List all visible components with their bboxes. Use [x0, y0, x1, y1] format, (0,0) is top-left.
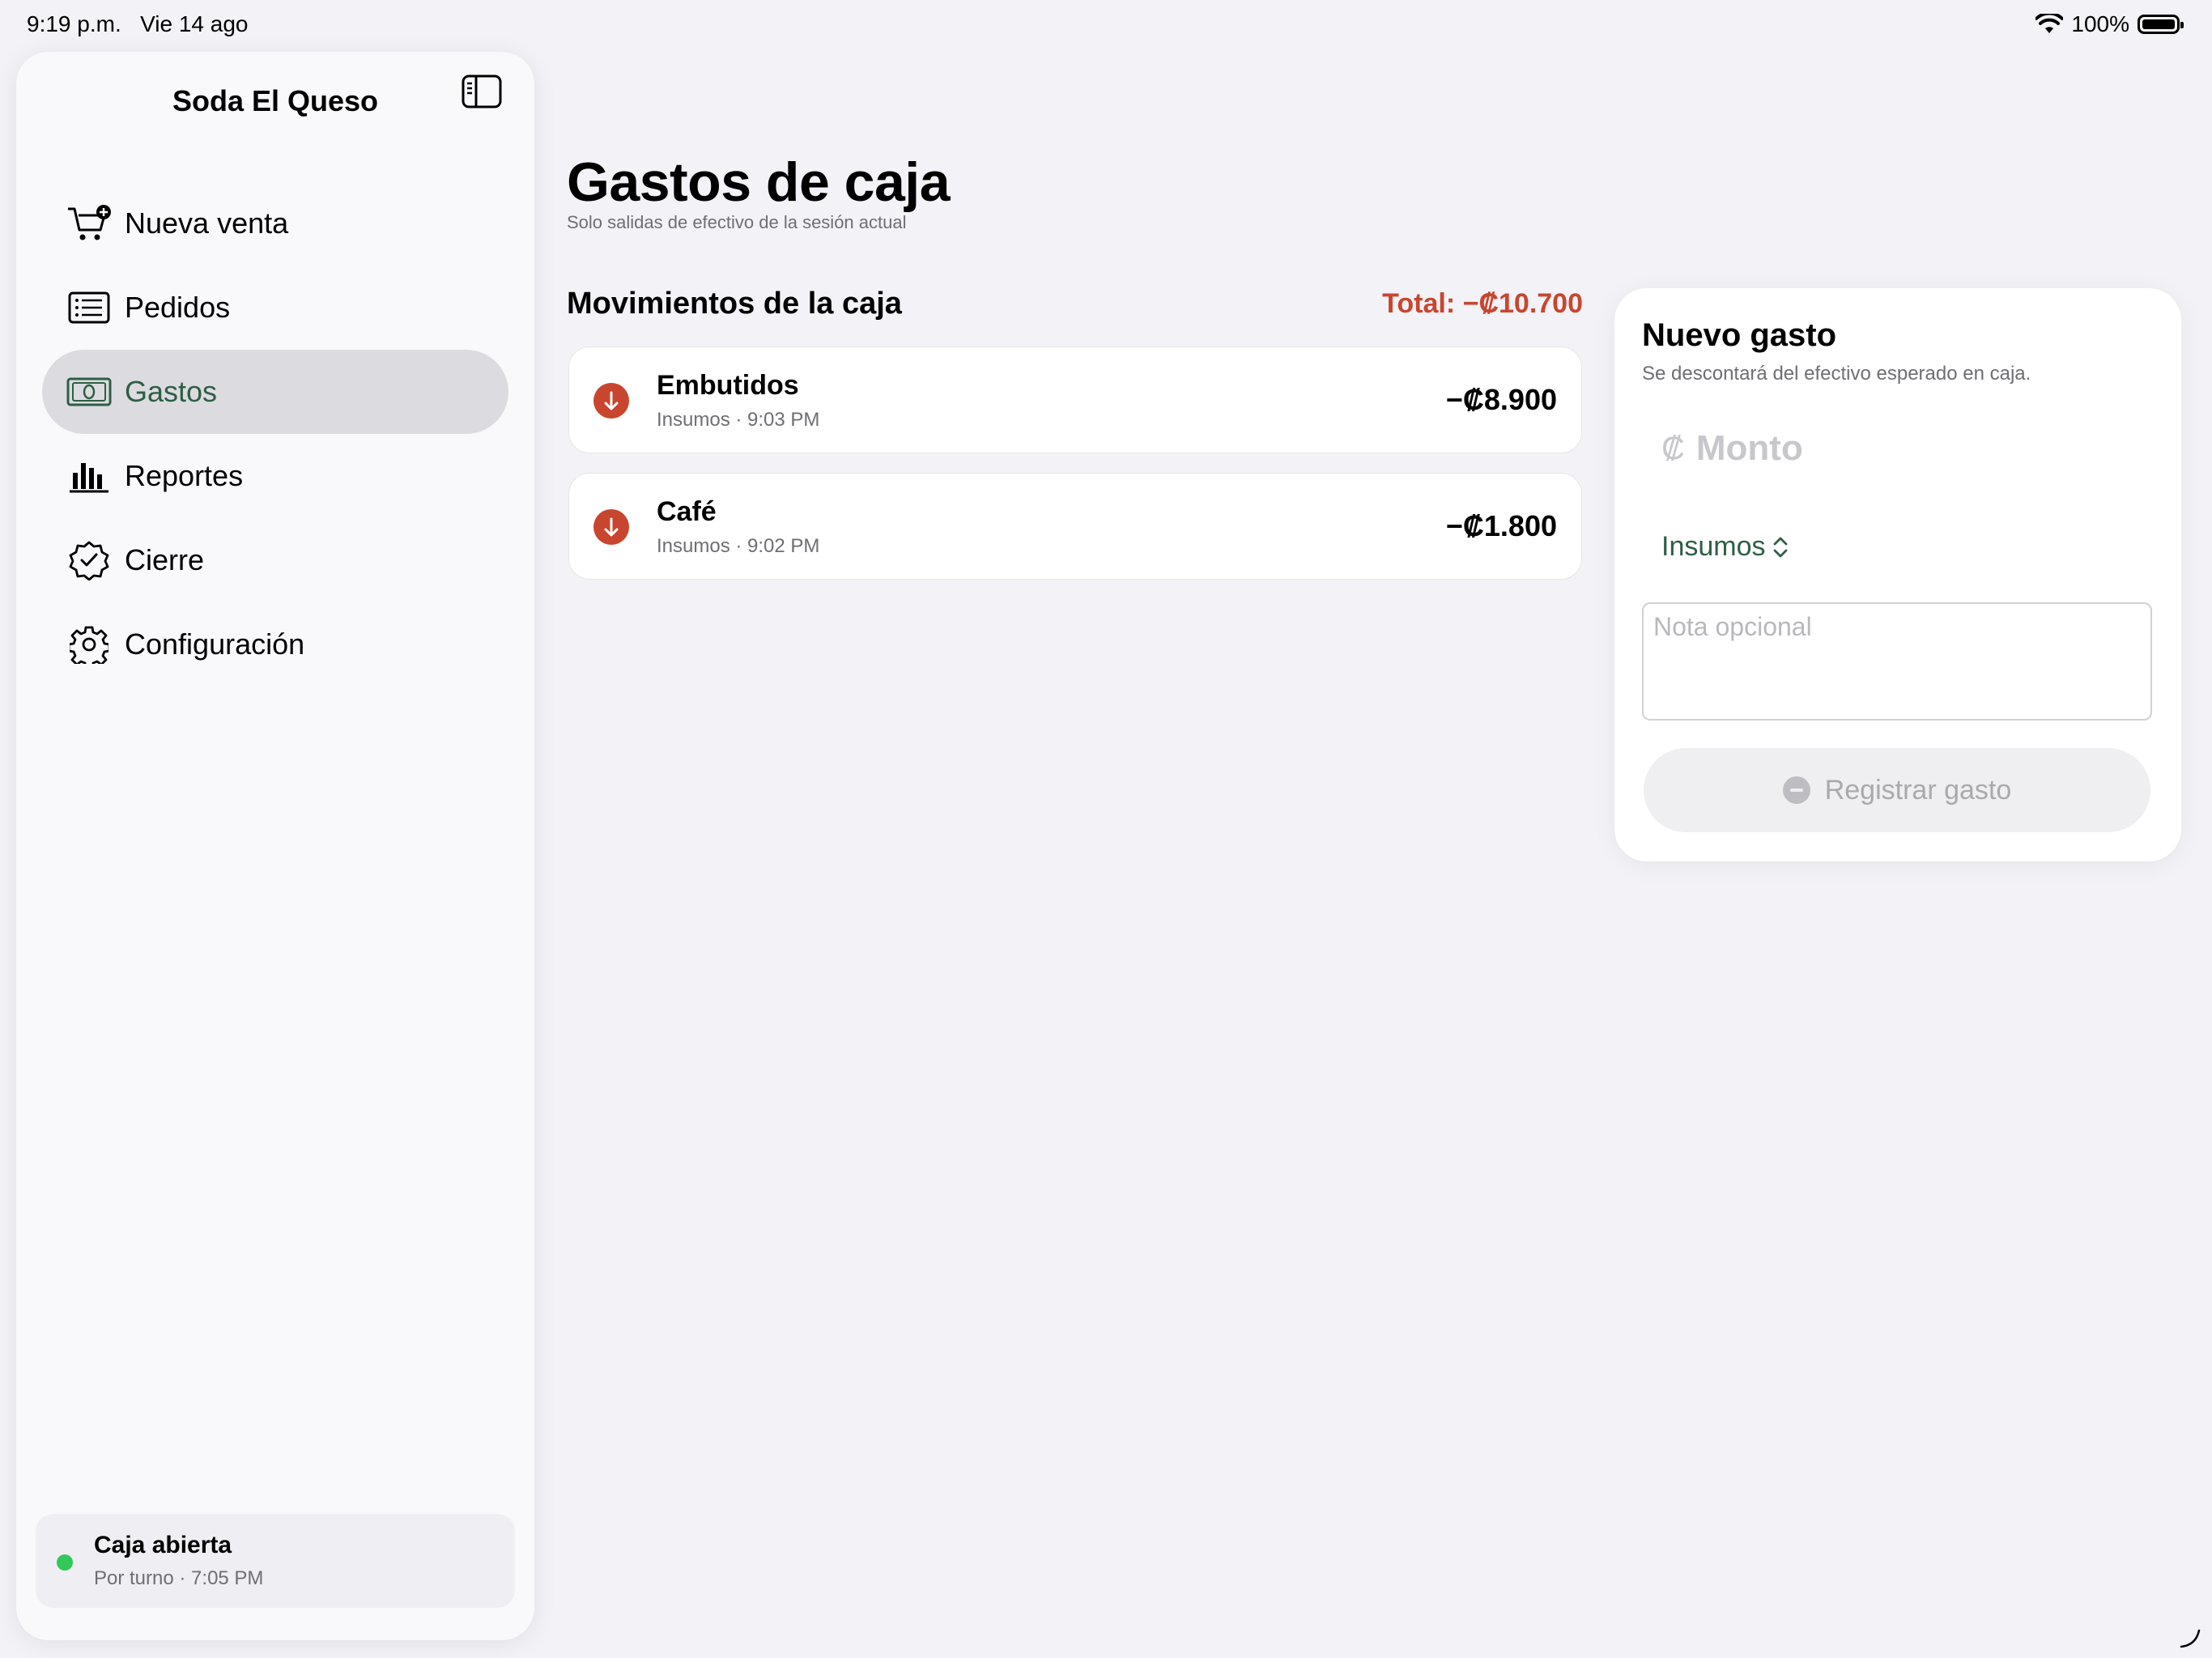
date-text: Vie 14 ago — [140, 11, 249, 36]
register-expense-label: Registrar gasto — [1824, 774, 2012, 806]
sidebar-item-label: Reportes — [125, 459, 244, 492]
sidebar-item-pedidos[interactable]: Pedidos — [42, 266, 508, 350]
battery-percent: 100% — [2071, 11, 2129, 36]
time-text: 9:19 p.m. — [27, 11, 121, 36]
sidebar-item-reportes[interactable]: Reportes — [42, 434, 508, 518]
movement-name: Embutidos — [657, 370, 799, 401]
movements-total: Total: −₡10.700 — [1382, 288, 1583, 319]
arrow-down-circle-icon — [593, 383, 629, 419]
sidebar-item-label: Cierre — [125, 543, 205, 576]
page-title: Gastos de caja — [567, 151, 951, 213]
status-bar-time: 9:19 p.m. Vie 14 ago — [27, 11, 248, 37]
resize-handle-icon[interactable] — [2178, 1626, 2202, 1650]
sidebar-item-configuracion[interactable]: Configuración — [42, 602, 508, 687]
sidebar-item-label: Configuración — [125, 627, 305, 661]
form-title: Nuevo gasto — [1642, 317, 1837, 353]
sidebar-item-gastos[interactable]: Gastos — [42, 350, 508, 434]
sidebar-title: Soda El Queso — [172, 84, 379, 117]
movement-row[interactable]: Embutidos Insumos · 9:03 PM −₡8.900 — [568, 346, 1582, 453]
amount-input[interactable] — [1694, 427, 2103, 470]
sidebar-item-label: Gastos — [125, 375, 218, 408]
wifi-icon — [2035, 14, 2064, 33]
sidebar-toggle-icon[interactable] — [462, 71, 502, 112]
page-subtitle: Solo salidas de efectivo de la sesión ac… — [567, 212, 907, 232]
sidebar-nav: Nueva venta Pedidos Gastos Reportes Cier… — [42, 181, 508, 687]
gear-icon — [66, 625, 112, 664]
category-value: Insumos — [1661, 531, 1766, 562]
register-expense-button[interactable]: Registrar gasto — [1644, 748, 2150, 832]
note-textarea[interactable] — [1642, 602, 2152, 721]
caja-status-card[interactable]: Caja abierta Por turno · 7:05 PM — [36, 1514, 515, 1608]
chevron-up-down-icon — [1773, 537, 1787, 557]
caja-status-subtitle: Por turno · 7:05 PM — [94, 1567, 264, 1589]
currency-symbol: ₡ — [1661, 430, 1685, 466]
banknote-icon — [66, 372, 112, 411]
minus-circle-icon — [1782, 776, 1810, 804]
movement-meta: Insumos · 9:02 PM — [657, 535, 820, 557]
caja-status-title: Caja abierta — [94, 1532, 232, 1558]
sidebar-item-label: Pedidos — [125, 291, 231, 324]
category-picker[interactable]: Insumos — [1661, 531, 1789, 563]
movement-row[interactable]: Café Insumos · 9:02 PM −₡1.800 — [568, 473, 1582, 580]
form-subtitle: Se descontará del efectivo esperado en c… — [1642, 363, 2031, 385]
sidebar-item-label: Nueva venta — [125, 206, 289, 240]
battery-icon — [2138, 15, 2184, 34]
list-icon — [66, 288, 112, 327]
movement-amount: −₡1.800 — [1445, 509, 1557, 542]
movement-meta: Insumos · 9:03 PM — [657, 409, 820, 431]
status-bar-right: 100% — [2035, 11, 2184, 37]
cart-plus-icon — [66, 204, 112, 243]
checkmark-seal-icon — [66, 541, 112, 580]
movement-name: Café — [657, 496, 717, 527]
sidebar: Soda El Queso Nueva venta Pedidos Gastos… — [16, 52, 534, 1640]
sidebar-item-nueva-venta[interactable]: Nueva venta — [42, 181, 508, 266]
amount-field: ₡ — [1661, 427, 2103, 470]
section-title: Movimientos de la caja — [567, 287, 902, 321]
arrow-down-circle-icon — [593, 509, 629, 545]
new-expense-card: Nuevo gasto Se descontará del efectivo e… — [1614, 288, 2181, 861]
movement-amount: −₡8.900 — [1445, 383, 1557, 416]
status-dot-icon — [57, 1554, 73, 1571]
bar-chart-icon — [66, 457, 112, 495]
sidebar-item-cierre[interactable]: Cierre — [42, 518, 508, 602]
